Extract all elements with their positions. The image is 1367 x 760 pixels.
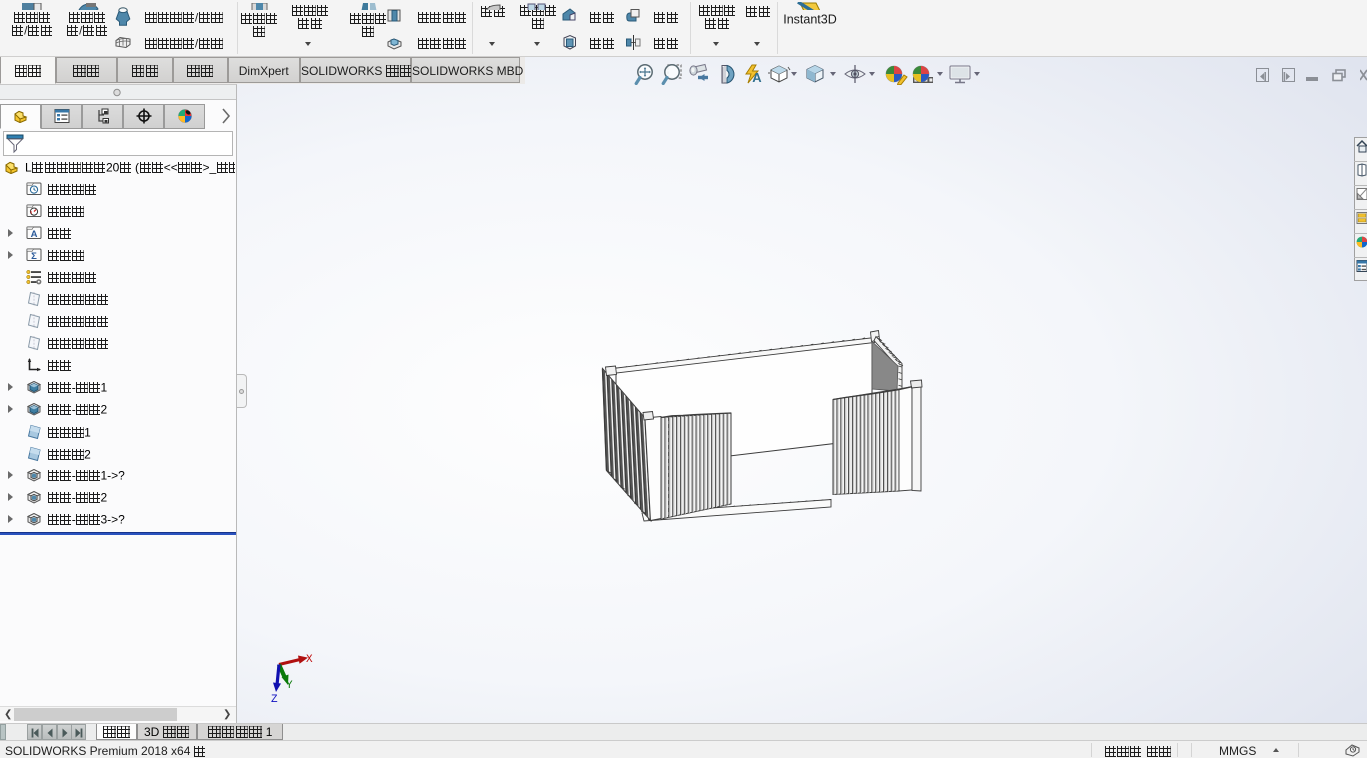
svg-text:A: A xyxy=(31,229,38,240)
svg-text:Y: Y xyxy=(286,680,293,692)
svg-text:Z: Z xyxy=(271,694,278,706)
svg-text:A: A xyxy=(752,70,762,85)
svg-text:X: X xyxy=(306,654,313,666)
svg-text:Σ: Σ xyxy=(31,251,37,262)
